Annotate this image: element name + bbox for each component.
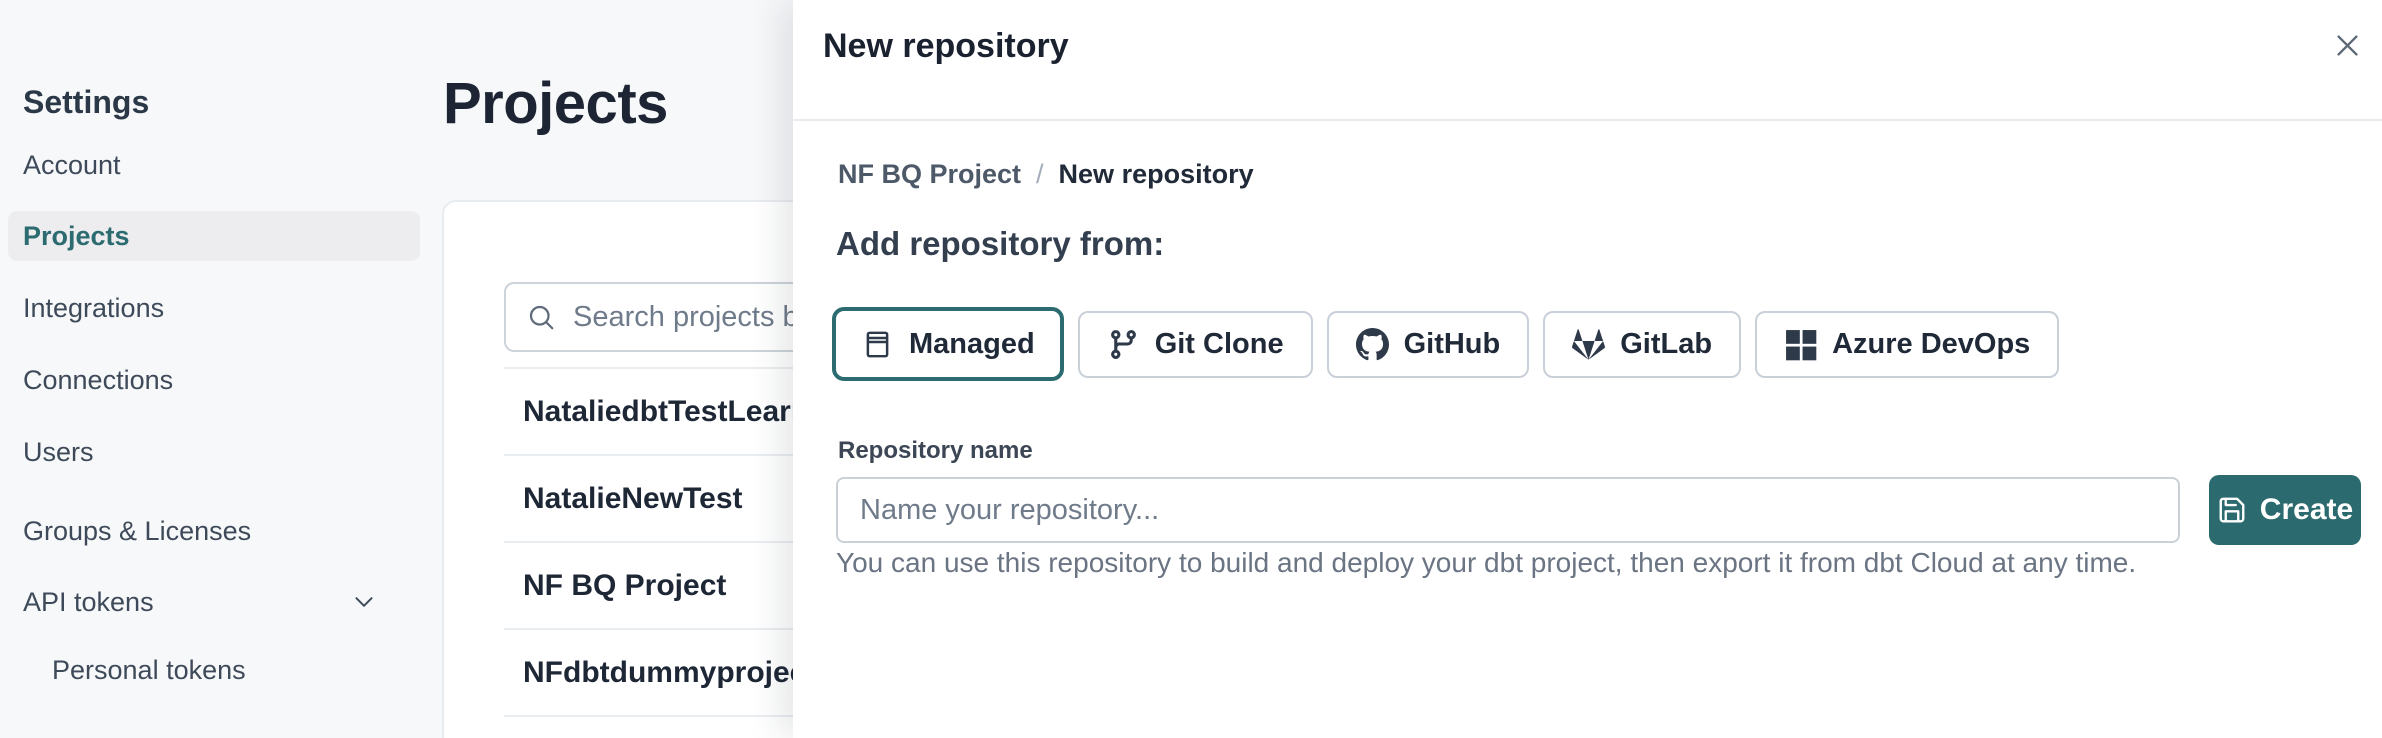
new-repository-modal: New repository NF BQ Project / New repos… [793,0,2382,738]
breadcrumb-separator: / [1036,159,1044,190]
source-button-label: GitLab [1620,328,1712,361]
page-title: Projects [443,70,668,137]
sidebar-item-label: API tokens [23,584,154,620]
repo-source-buttons: Managed Git Clone GitHub GitLab Azure De [832,307,2059,381]
sidebar-item-label: Groups & Licenses [23,516,251,546]
project-name: NatalieNewTest [523,482,743,516]
breadcrumb: NF BQ Project / New repository [838,159,1254,190]
sidebar-item-connections[interactable]: Connections [23,362,173,398]
sidebar-item-label: Integrations [23,293,164,323]
sidebar-item-label: Account [23,150,121,180]
breadcrumb-parent-link[interactable]: NF BQ Project [838,159,1021,190]
project-name: NF BQ Project [523,569,726,603]
project-name: NFdbtdummyproject [523,656,816,690]
section-heading: Add repository from: [836,225,1164,263]
sidebar-item-personal-tokens[interactable]: Personal tokens [52,652,246,688]
repository-name-label: Repository name [838,437,1033,465]
sidebar-item-label: Personal tokens [52,655,246,685]
source-button-managed[interactable]: Managed [832,307,1064,381]
sidebar-item-integrations[interactable]: Integrations [23,290,164,326]
sidebar-item-label: Users [23,437,94,467]
close-button[interactable] [2324,22,2370,68]
close-icon [2331,29,2364,62]
source-button-label: Azure DevOps [1832,328,2030,361]
sidebar-item-label: Connections [23,365,173,395]
azure-devops-icon [1784,328,1817,361]
git-branch-icon [1107,328,1140,361]
app-root: Settings Account Projects Integrations C… [0,0,2382,738]
search-icon [526,302,556,332]
project-name: NataliedbtTestLearn T [523,395,836,429]
save-icon [2217,495,2247,525]
sidebar-title: Settings [23,84,149,121]
source-button-git-clone[interactable]: Git Clone [1078,311,1313,378]
sidebar-item-api-tokens[interactable]: API tokens [23,584,435,620]
repository-name-input[interactable] [836,477,2180,543]
sidebar-item-projects[interactable]: Projects [8,211,420,261]
create-button-label: Create [2260,493,2353,527]
create-button[interactable]: Create [2209,475,2361,545]
sidebar-item-groups-licenses[interactable]: Groups & Licenses [23,513,251,549]
managed-repo-icon [861,328,894,361]
source-button-github[interactable]: GitHub [1327,311,1530,378]
source-button-gitlab[interactable]: GitLab [1543,311,1741,378]
sidebar-item-users[interactable]: Users [23,434,94,470]
sidebar-item-account[interactable]: Account [23,147,121,183]
chevron-down-icon [351,589,377,615]
repository-helper-text: You can use this repository to build and… [836,547,2136,579]
breadcrumb-current: New repository [1059,159,1254,190]
modal-title: New repository [823,27,1069,66]
source-button-azure-devops[interactable]: Azure DevOps [1755,311,2059,378]
source-button-label: Git Clone [1155,328,1284,361]
settings-sidebar: Settings Account Projects Integrations C… [0,0,435,738]
source-button-label: GitHub [1404,328,1501,361]
github-icon [1356,328,1389,361]
source-button-label: Managed [909,328,1035,361]
modal-body: NF BQ Project / New repository Add repos… [793,121,2382,736]
gitlab-icon [1572,328,1605,361]
modal-header: New repository [793,0,2382,121]
sidebar-item-label: Projects [23,218,130,254]
